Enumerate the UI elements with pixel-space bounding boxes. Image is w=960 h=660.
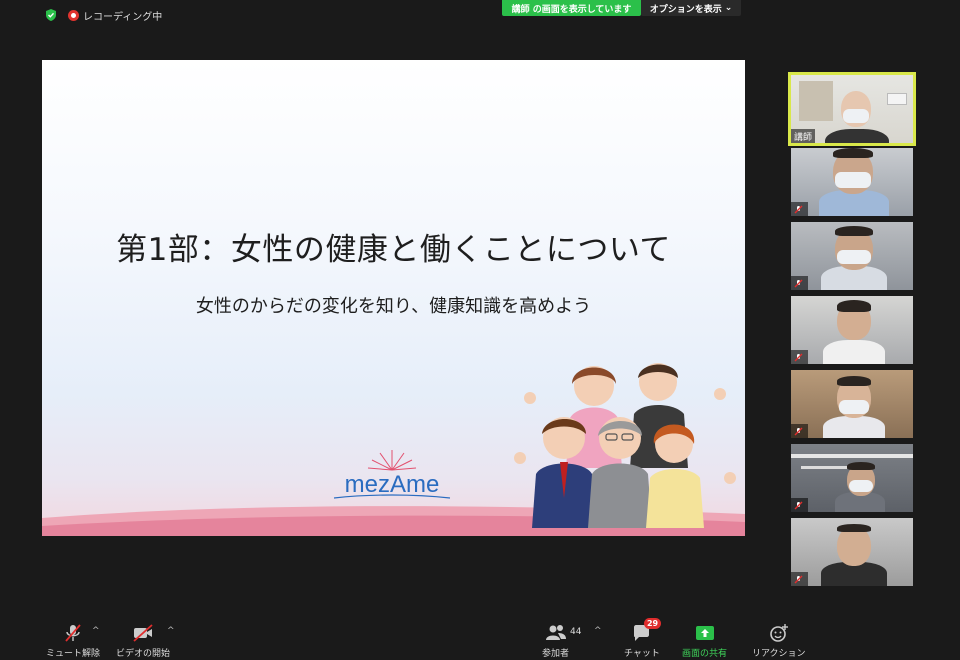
participant-name-tag <box>791 498 808 512</box>
people-illustration <box>514 363 736 528</box>
participant-name-tag <box>791 276 808 290</box>
participants-button[interactable]: 参加者 <box>542 622 569 659</box>
chevron-down-icon: ⌄ <box>724 3 733 13</box>
participants-label: 参加者 <box>542 649 570 659</box>
participant-tile-host[interactable]: 講師 <box>788 72 916 146</box>
mic-muted-icon <box>794 279 803 287</box>
recording-indicator[interactable]: レコーディング中 <box>68 8 162 23</box>
video-options-caret[interactable]: ^ <box>167 626 175 636</box>
participant-tile[interactable] <box>791 518 913 586</box>
video-off-icon <box>133 624 153 642</box>
start-video-button[interactable]: ビデオの開始 <box>116 622 170 659</box>
share-screen-button[interactable]: 画面の共有 <box>682 622 727 659</box>
view-options-button[interactable]: オプションを表示 ⌄ <box>641 0 741 16</box>
participant-tile[interactable] <box>791 222 913 290</box>
mic-muted-icon <box>794 205 803 213</box>
participant-name-tag <box>791 350 808 364</box>
chat-button[interactable]: 29 チャット <box>624 618 662 659</box>
view-options-label: オプションを表示 <box>649 4 722 15</box>
mic-muted-icon <box>65 624 81 642</box>
start-video-label: ビデオの開始 <box>116 649 171 659</box>
screen-share-banner: 講師 の画面を表示しています <box>502 0 641 16</box>
participant-tile[interactable] <box>791 296 913 364</box>
participant-name-tag <box>791 202 808 216</box>
mic-muted-icon <box>794 427 803 435</box>
record-icon <box>68 10 79 21</box>
participants-icon <box>545 625 566 640</box>
shared-screen-slide: 第1部：女性の健康と働くことについて 女性のからだの変化を知り、健康知識を高めよ… <box>42 60 745 536</box>
logo-text: mezAme <box>345 471 440 498</box>
participant-name-tag <box>791 572 808 586</box>
mic-muted-icon <box>794 575 803 583</box>
mic-muted-icon <box>794 353 803 361</box>
reactions-button[interactable]: リアクション <box>752 622 806 659</box>
share-screen-label: 画面の共有 <box>682 649 728 659</box>
chat-label: チャット <box>624 649 660 659</box>
zoom-window: レコーディング中 講師 の画面を表示しています オプションを表示 ⌄ 第1部：女… <box>0 0 960 660</box>
share-screen-icon <box>695 626 714 640</box>
participants-count: 44 <box>570 627 582 637</box>
participant-name-tag <box>791 424 808 438</box>
audio-options-caret[interactable]: ^ <box>92 626 100 636</box>
mic-muted-icon <box>794 501 803 509</box>
mezame-logo: mezAme <box>333 450 451 499</box>
participant-tile[interactable] <box>791 148 913 216</box>
participants-options-caret[interactable]: ^ <box>594 626 602 636</box>
slide-subtitle: 女性のからだの変化を知り、健康知識を高めよう <box>195 296 592 317</box>
shield-check-icon[interactable] <box>44 8 58 22</box>
slide-title: 第1部：女性の健康と働くことについて <box>116 232 671 268</box>
emoji-add-icon <box>769 624 788 642</box>
unmute-label: ミュート解除 <box>46 649 101 659</box>
recording-label: レコーディング中 <box>83 12 163 23</box>
participant-name-tag: 講師 <box>791 129 816 143</box>
reactions-label: リアクション <box>752 649 806 659</box>
participant-tile[interactable] <box>791 370 913 438</box>
participant-tile[interactable] <box>791 444 913 512</box>
chat-unread-badge: 29 <box>643 618 662 629</box>
